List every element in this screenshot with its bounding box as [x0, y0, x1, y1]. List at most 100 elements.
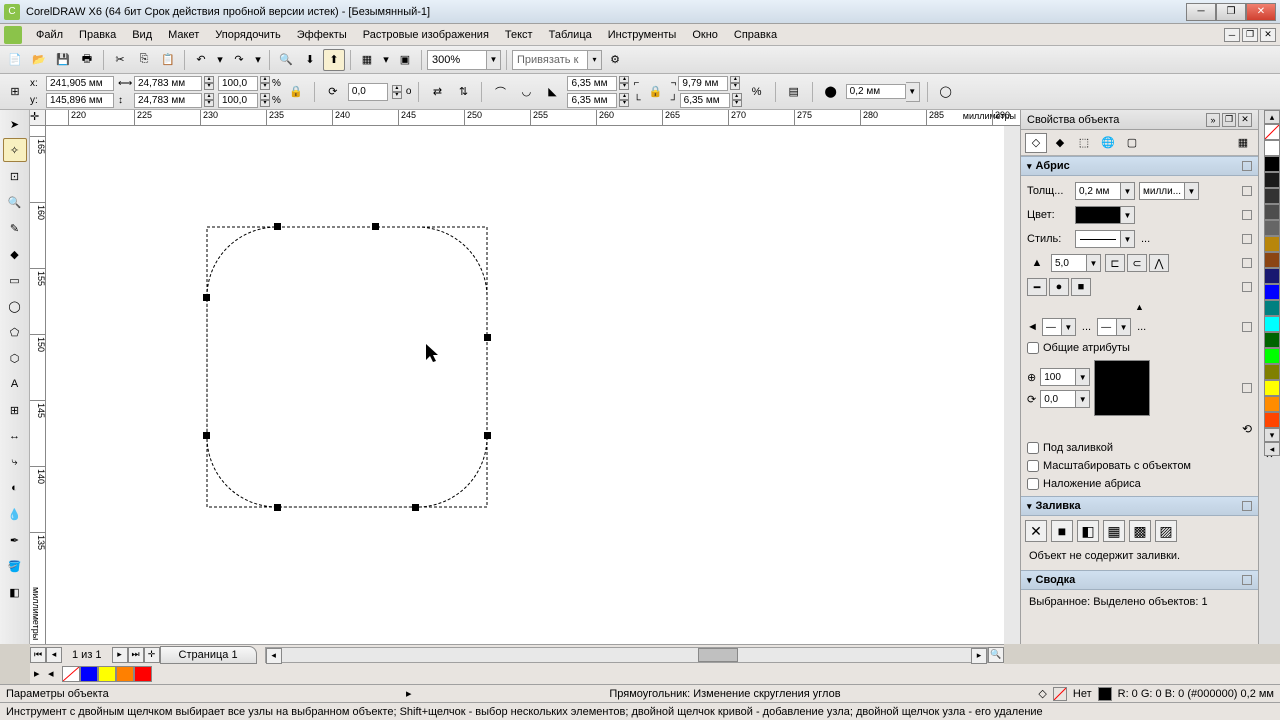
doc-minimize-button[interactable]: ─: [1224, 28, 1240, 42]
obj-x-input[interactable]: [46, 76, 114, 91]
scale-y-input[interactable]: [218, 93, 258, 108]
print-button[interactable]: 🖶: [76, 49, 98, 71]
mirror-h-button[interactable]: ⇄: [426, 81, 448, 103]
palette-color[interactable]: [1264, 140, 1280, 156]
palette-color[interactable]: [1264, 348, 1280, 364]
docpal-none[interactable]: [62, 666, 80, 682]
undo-dropdown[interactable]: ▾: [214, 49, 226, 71]
page-tab[interactable]: Страница 1: [160, 646, 257, 664]
horizontal-ruler[interactable]: миллиметры 22022523023524024525025526026…: [46, 110, 1020, 126]
docpal-menu[interactable]: ▸: [34, 667, 48, 681]
cut-button[interactable]: ✂: [109, 49, 131, 71]
arrow-start-combo[interactable]: ▼: [1042, 318, 1076, 336]
docpal-color[interactable]: [134, 666, 152, 682]
redo-button[interactable]: ↷: [228, 49, 250, 71]
miter-input[interactable]: ▼: [1051, 254, 1101, 272]
vertical-scrollbar[interactable]: [1004, 126, 1020, 644]
fill-uniform-button[interactable]: ■: [1051, 520, 1073, 542]
basic-shapes-tool[interactable]: ⬡: [3, 346, 27, 370]
behind-fill-check[interactable]: [1027, 442, 1039, 454]
rectangle-tool[interactable]: ▭: [3, 268, 27, 292]
export-button[interactable]: ⬆: [323, 49, 345, 71]
corner-scallop-button[interactable]: ◡: [515, 81, 537, 103]
ellipse-tool[interactable]: ◯: [3, 294, 27, 318]
zoom-input[interactable]: [427, 50, 487, 70]
page-last-button[interactable]: ⏭: [128, 647, 144, 663]
snap-combo[interactable]: ▾: [512, 50, 602, 70]
docpal-color[interactable]: [80, 666, 98, 682]
outline-section-header[interactable]: ▾Абрис: [1021, 156, 1258, 176]
undo-button[interactable]: ↶: [190, 49, 212, 71]
save-button[interactable]: 💾: [52, 49, 74, 71]
connector-tool[interactable]: ⤷: [3, 450, 27, 474]
menu-text[interactable]: Текст: [497, 26, 541, 44]
menu-table[interactable]: Таблица: [541, 26, 600, 44]
panel-tab-transparency[interactable]: ⬚: [1073, 133, 1095, 153]
effects-tool[interactable]: ◐: [3, 476, 27, 500]
menu-bitmaps[interactable]: Растровые изображения: [355, 26, 497, 44]
paste-button[interactable]: 📋: [157, 49, 179, 71]
menu-help[interactable]: Справка: [726, 26, 785, 44]
interactive-fill-tool[interactable]: ◧: [3, 580, 27, 604]
menu-file[interactable]: Файл: [28, 26, 71, 44]
palette-expand[interactable]: ◂: [1264, 442, 1280, 456]
eyedropper-tool[interactable]: 💧: [3, 502, 27, 526]
outline-tool[interactable]: ✒: [3, 528, 27, 552]
drawing-canvas[interactable]: [46, 126, 1020, 644]
palette-color[interactable]: [1264, 220, 1280, 236]
scale-with-check[interactable]: [1027, 460, 1039, 472]
palette-color[interactable]: [1264, 396, 1280, 412]
arrow-end-combo[interactable]: ▼: [1097, 318, 1131, 336]
pick-tool[interactable]: ➤: [3, 112, 27, 136]
minimize-button[interactable]: ─: [1186, 3, 1216, 21]
menu-effects[interactable]: Эффекты: [289, 26, 355, 44]
corner-bl-input[interactable]: [567, 93, 617, 108]
menu-window[interactable]: Окно: [684, 26, 726, 44]
panel-tab-fill[interactable]: ◆: [1049, 133, 1071, 153]
fill-none-button[interactable]: ✕: [1025, 520, 1047, 542]
node-handle[interactable]: [412, 504, 419, 511]
fill-texture-button[interactable]: ▩: [1129, 520, 1151, 542]
table-tool[interactable]: ⊞: [3, 398, 27, 422]
appstart-button[interactable]: ▣: [394, 49, 416, 71]
panel-tab-outline[interactable]: ◇: [1025, 133, 1047, 153]
open-button[interactable]: 📂: [28, 49, 50, 71]
panel-expand-button[interactable]: »: [1206, 113, 1220, 127]
calligraphy-button[interactable]: ⟲: [1242, 422, 1252, 436]
zoom-combo[interactable]: ▼: [427, 50, 501, 70]
text-tool[interactable]: A: [3, 372, 27, 396]
palette-color[interactable]: [1264, 316, 1280, 332]
lock-ratio-button[interactable]: 🔒: [285, 81, 307, 103]
freehand-tool[interactable]: ✎: [3, 216, 27, 240]
panel-close-button[interactable]: ✕: [1238, 113, 1252, 127]
obj-y-input[interactable]: [46, 93, 114, 108]
palette-color[interactable]: [1264, 268, 1280, 284]
shape-tool[interactable]: ✧: [3, 138, 27, 162]
node-handle[interactable]: [274, 504, 281, 511]
menu-view[interactable]: Вид: [124, 26, 160, 44]
fill-pattern-button[interactable]: ▦: [1103, 520, 1125, 542]
docpal-left[interactable]: ◂: [48, 667, 62, 681]
polygon-tool[interactable]: ⬠: [3, 320, 27, 344]
corner-tl-input[interactable]: [567, 76, 617, 91]
obj-h-input[interactable]: [134, 93, 202, 108]
outline-width-panel-combo[interactable]: ▼: [1075, 182, 1135, 200]
app-menu-icon[interactable]: [4, 26, 22, 44]
docpal-color[interactable]: [116, 666, 134, 682]
publish-button[interactable]: ▦: [356, 49, 378, 71]
copy-button[interactable]: ⎘: [133, 49, 155, 71]
palette-color[interactable]: [1264, 236, 1280, 252]
fill-tool[interactable]: 🪣: [3, 554, 27, 578]
page-prev-button[interactable]: ◂: [46, 647, 62, 663]
page-first-button[interactable]: ⏮: [30, 647, 46, 663]
close-button[interactable]: ✕: [1246, 3, 1276, 21]
node-handle[interactable]: [203, 294, 210, 301]
doc-restore-button[interactable]: ❐: [1242, 28, 1258, 42]
scale-x-input[interactable]: [218, 76, 258, 91]
palette-color[interactable]: [1264, 300, 1280, 316]
wrap-text-button[interactable]: ▤: [783, 81, 805, 103]
zoom-page-button[interactable]: 🔍: [988, 647, 1004, 663]
corner-round-btn[interactable]: ⊂: [1127, 254, 1147, 272]
mirror-v-button[interactable]: ⇅: [452, 81, 474, 103]
palette-color[interactable]: [1264, 284, 1280, 300]
